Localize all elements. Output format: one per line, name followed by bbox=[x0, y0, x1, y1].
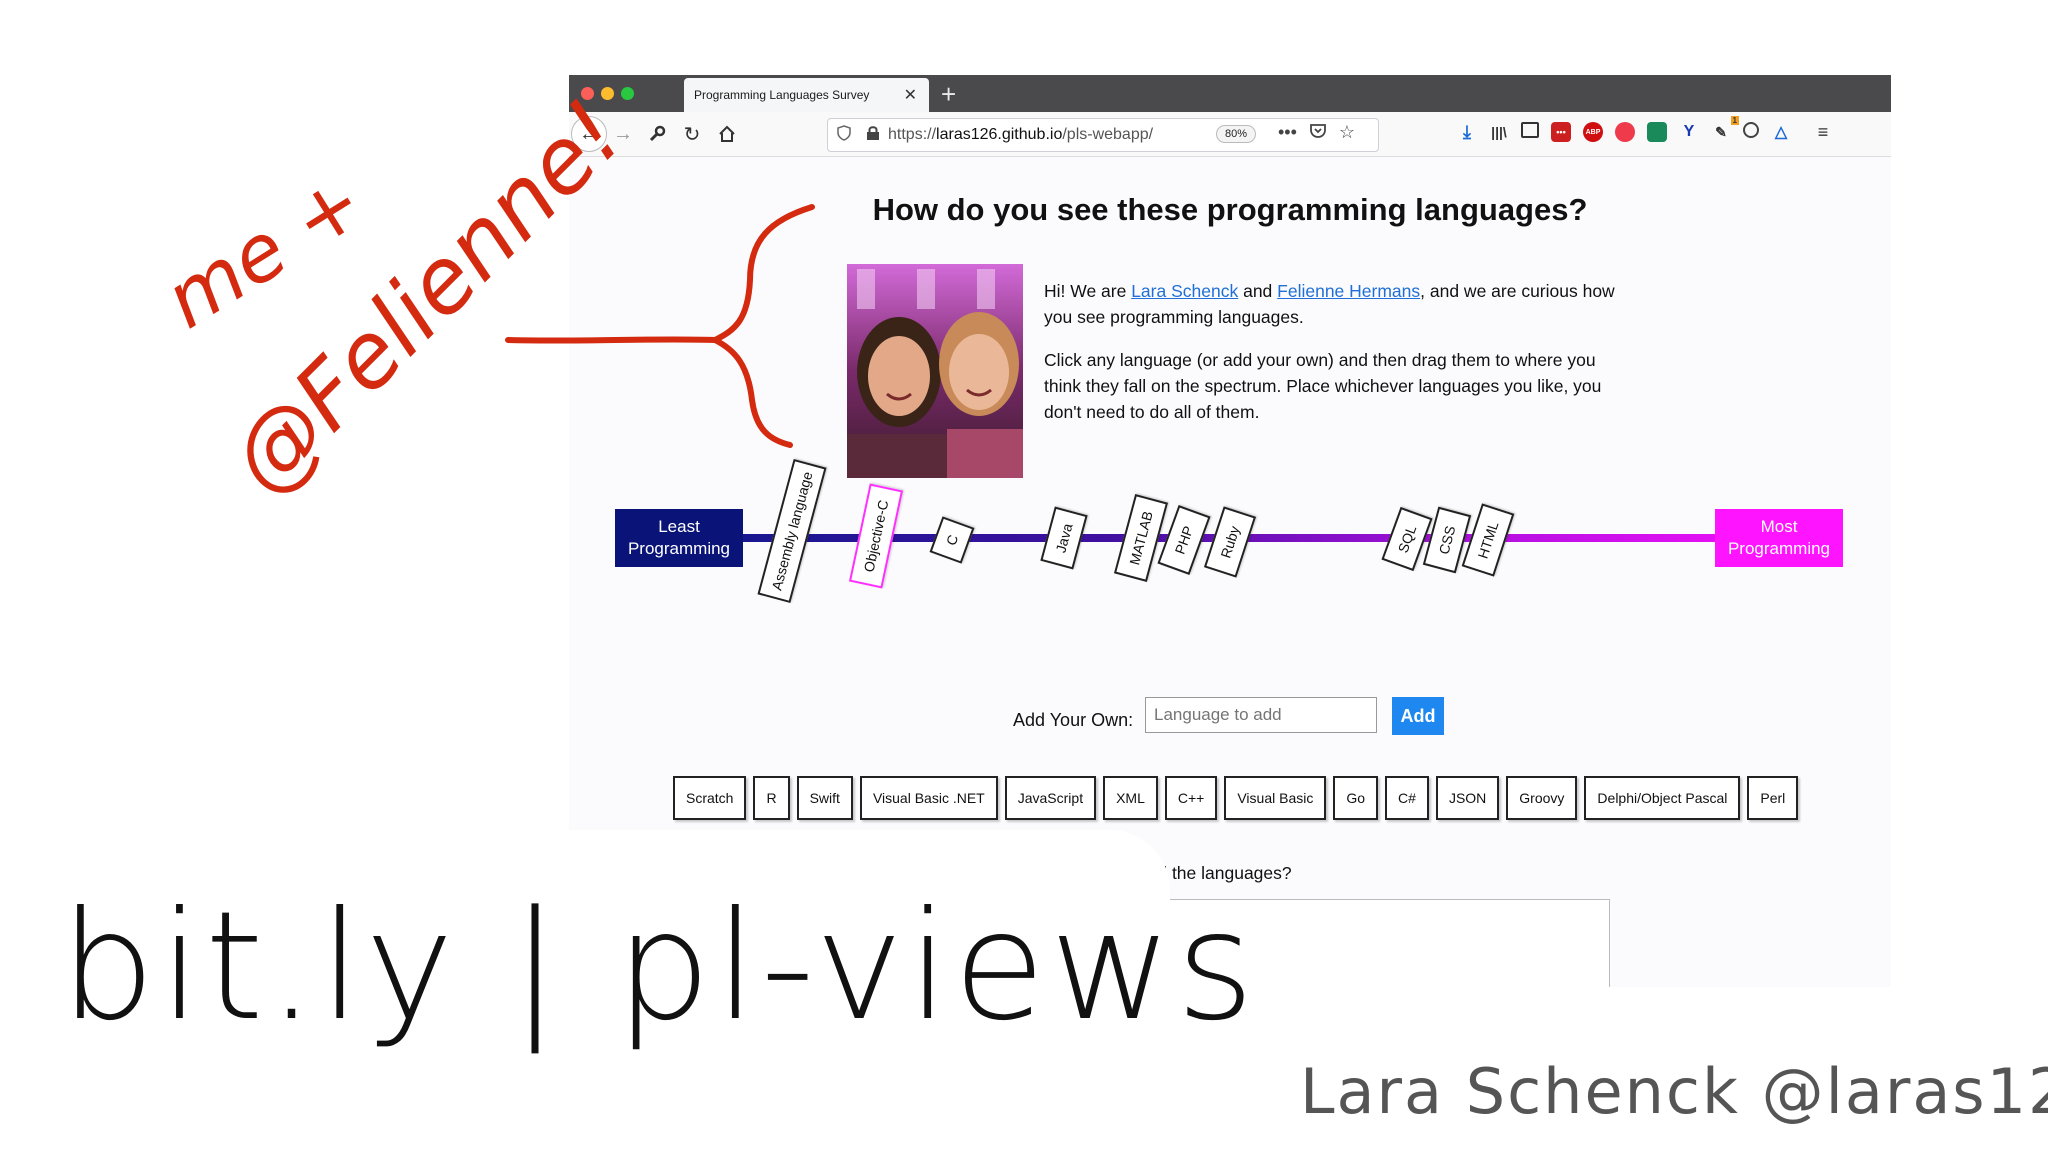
annotation-bitly: bit.ly | pl-views bbox=[60, 880, 1259, 1054]
annotation-signature: Lara Schenck @laras126 bbox=[1300, 1055, 2048, 1128]
brace-arrow-line bbox=[505, 336, 718, 344]
curly-brace bbox=[708, 204, 815, 448]
